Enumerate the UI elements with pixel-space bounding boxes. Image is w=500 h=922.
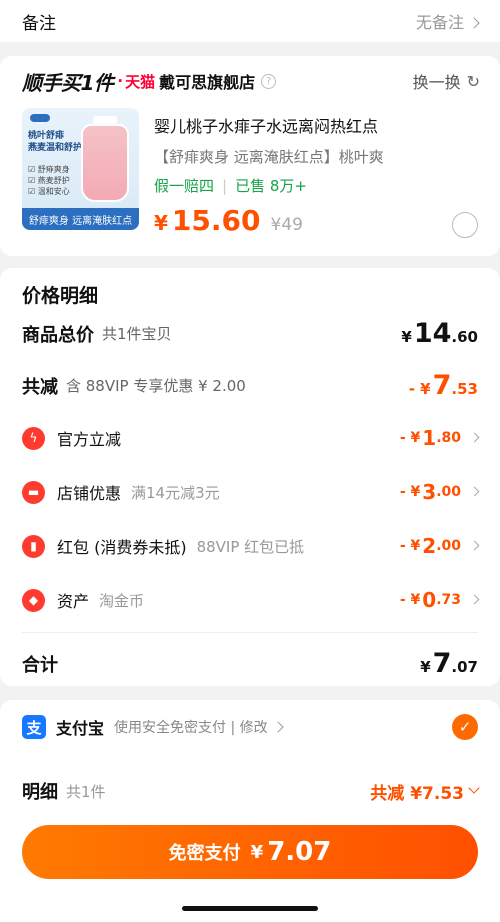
tag-divider: | — [222, 177, 228, 195]
pay-button-label: 免密支付 — [168, 843, 241, 864]
summary-label: 明细 — [22, 782, 58, 803]
payment-method-row[interactable]: 支 支付宝 使用安全免密支付 | 修改 ✓ — [0, 700, 500, 754]
question-icon[interactable]: ? — [261, 73, 277, 89]
chevron-right-icon — [469, 432, 480, 442]
summary-row[interactable]: 明细 共1件 共减 ¥7.53 — [22, 778, 480, 804]
reduce-row: 共减含 88VIP 专享优惠 ¥ 2.00 - ¥7.53 — [22, 370, 478, 401]
tag-icon: ◆ — [22, 588, 45, 612]
total-goods-row: 商品总价 共1件宝贝 ¥14.60 — [22, 318, 478, 349]
bottle-shape — [81, 124, 129, 202]
home-indicator[interactable] — [182, 906, 318, 911]
sum-row: 合计 ¥7.07 — [22, 648, 478, 679]
summary-count: 共1件 — [66, 782, 106, 801]
store-coupon-icon: ▬ — [22, 480, 45, 504]
pay-button[interactable]: 免密支付 ¥ 7.07 — [22, 825, 478, 879]
swap-button[interactable]: 换一换 ↻ — [413, 69, 480, 93]
brand-badge — [30, 114, 50, 122]
sum-amount: ¥7.07 — [420, 648, 478, 679]
chevron-right-icon — [468, 17, 480, 29]
check-icon[interactable]: ✓ — [452, 714, 478, 740]
refresh-icon: ↻ — [466, 71, 480, 91]
reduce-label: 共减 — [22, 376, 58, 398]
sum-label: 合计 — [22, 654, 58, 676]
note-row[interactable]: 备注 无备注 — [0, 0, 500, 42]
reduce-desc: 含 88VIP 专享优惠 ¥ 2.00 — [66, 377, 246, 395]
red-packet-icon: ▮ — [22, 534, 45, 558]
chevron-right-icon — [469, 486, 480, 496]
discount-desc: 淘金币 — [99, 591, 145, 610]
sold-count: 已售 8万+ — [235, 177, 307, 195]
detail-title: 价格明细 — [22, 285, 99, 307]
image-caption: 舒痱爽身 远离淹肤红点 — [22, 208, 139, 230]
discount-row-official[interactable]: ϟ 官方立减 - ¥1.80 — [22, 426, 480, 450]
product-subtitle: 【舒痱爽身 远离淹肤红点】桃叶爽 — [154, 148, 384, 166]
product-title[interactable]: 婴儿桃子水痱子水远离闷热红点 — [154, 113, 484, 137]
separator-dot: · — [117, 72, 124, 90]
store-header: 顺手买1件 · 天猫 戴可思旗舰店 ? 换一换 ↻ — [22, 68, 480, 95]
swap-label: 换一换 — [412, 73, 461, 92]
discount-row-redpacket[interactable]: ▮ 红包 (消费券未抵) 88VIP 红包已抵 - ¥2.00 — [22, 534, 480, 558]
payment-name: 支付宝 — [56, 719, 105, 738]
total-goods-desc: 共1件宝贝 — [102, 325, 172, 343]
discount-row-store[interactable]: ▬ 店铺优惠 满14元减3元 - ¥3.00 — [22, 480, 480, 504]
discount-desc: 满14元减3元 — [131, 483, 220, 502]
original-price: ¥49 — [270, 215, 303, 235]
note-value[interactable]: 无备注 — [416, 9, 480, 33]
product-price: ¥ 15.60 ¥49 — [154, 204, 484, 237]
lightning-icon: ϟ — [22, 426, 45, 450]
discount-label: 官方立减 — [57, 430, 122, 449]
product-image[interactable]: 桃叶舒痱 燕麦温和舒护 ☑ 舒痱爽身 ☑ 燕麦舒护 ☑ 温和安心 舒痱爽身 远离… — [22, 108, 139, 230]
guarantee-tag: 假一赔四 — [154, 177, 215, 195]
price-value: 15.60 — [171, 204, 261, 237]
pay-button-symbol: ¥ — [250, 841, 264, 863]
checkout-bar: 明细 共1件 共减 ¥7.53 免密支付 ¥ 7.07 — [0, 754, 500, 922]
product-info: 婴儿桃子水痱子水远离闷热红点 【舒痱爽身 远离淹肤红点】桃叶爽 假一赔四 | 已售 … — [154, 113, 484, 237]
discount-amount: - ¥1.80 — [400, 426, 480, 450]
chevron-down-icon — [468, 782, 480, 794]
discount-label: 资产 — [57, 592, 90, 611]
summary-total-reduce: 共减 ¥7.53 — [370, 783, 464, 804]
discount-row-assets[interactable]: ◆ 资产 淘金币 - ¥0.73 — [22, 588, 480, 612]
discount-label: 店铺优惠 — [57, 484, 122, 503]
chevron-right-icon — [469, 540, 480, 550]
discount-label: 红包 (消费券未抵) — [57, 538, 187, 557]
chevron-right-icon — [271, 721, 284, 733]
alipay-icon: 支 — [22, 715, 46, 739]
payment-desc[interactable]: 使用安全免密支付 | 修改 — [114, 717, 284, 737]
discount-amount: - ¥2.00 — [400, 534, 480, 558]
discount-desc: 88VIP 红包已抵 — [196, 537, 305, 556]
discount-amount: - ¥3.00 — [400, 480, 480, 504]
total-goods-label: 商品总价 — [22, 324, 94, 346]
addon-product-card: 顺手买1件 · 天猫 戴可思旗舰店 ? 换一换 ↻ 桃叶舒痱 燕麦温和舒护 ☑ … — [0, 56, 500, 256]
store-name[interactable]: 戴可思旗舰店 — [159, 69, 255, 93]
price-symbol: ¥ — [154, 211, 168, 235]
discount-amount: - ¥0.73 — [400, 588, 480, 612]
image-headline: 桃叶舒痱 燕麦温和舒护 — [28, 131, 83, 153]
tmall-logo: 天猫 — [125, 72, 156, 91]
divider — [22, 632, 478, 633]
note-label: 备注 — [22, 13, 56, 34]
addon-brand-label: 顺手买1件 — [22, 70, 114, 95]
pay-button-amount: 7.07 — [267, 837, 332, 867]
chevron-right-icon — [469, 594, 480, 604]
reduce-amount: - ¥7.53 — [408, 370, 478, 401]
total-goods-amount: ¥14.60 — [401, 318, 478, 349]
product-tags: 假一赔四 | 已售 8万+ — [154, 175, 484, 196]
image-chips: ☑ 舒痱爽身 ☑ 燕麦舒护 ☑ 温和安心 — [28, 165, 70, 196]
price-detail-card: 价格明细 商品总价 共1件宝贝 ¥14.60 共减含 88VIP 专享优惠 ¥ 2… — [0, 268, 500, 686]
select-product-radio[interactable] — [452, 212, 478, 238]
